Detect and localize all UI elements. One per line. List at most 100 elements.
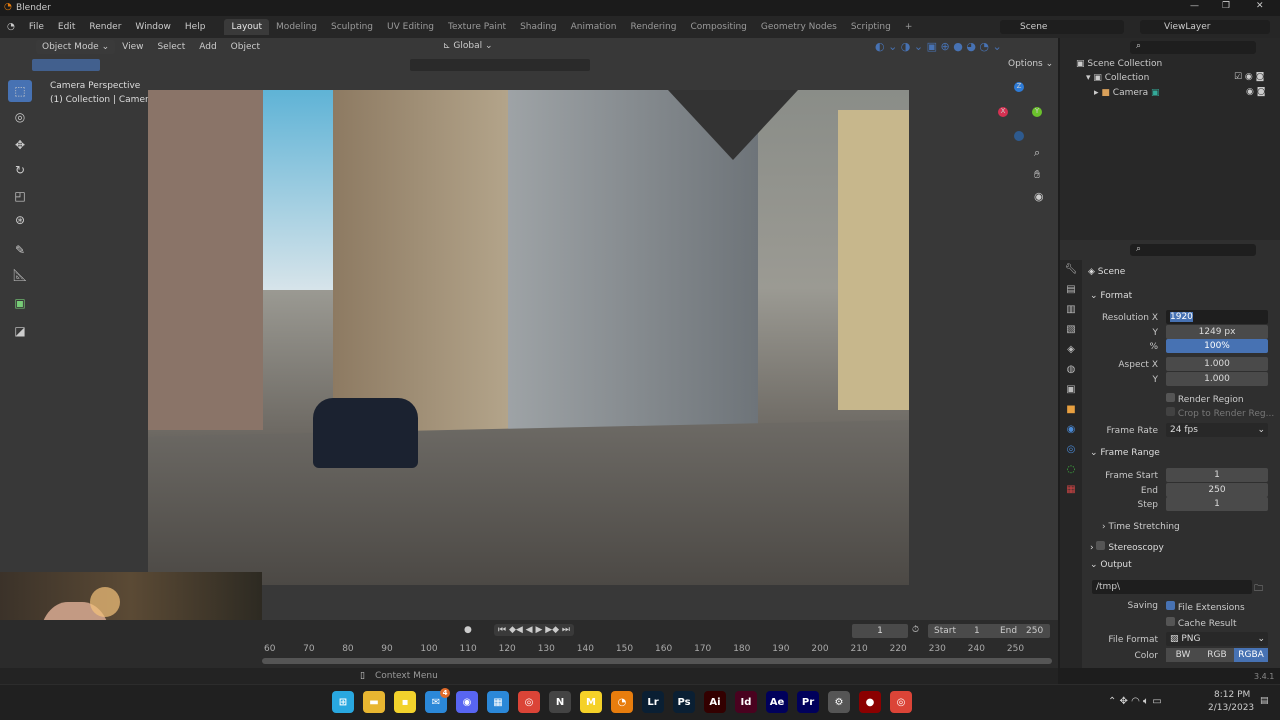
add-workspace-button[interactable]: + [898,19,920,35]
menu-edit[interactable]: Edit [51,22,82,32]
taskbar-windows-icon[interactable]: ⊞ [332,691,354,713]
color-bw[interactable]: BW [1166,648,1200,662]
playback-controls[interactable]: ⏮ ◆◀ ◀ ▶ ▶◆ ⏭ [494,624,575,636]
select-mode-buttons[interactable] [32,59,100,71]
aspect-x-field[interactable]: 1.000 [1166,357,1268,371]
menu-file[interactable]: File [22,22,51,32]
pan-hand-icon[interactable]: ✋︎ [1034,168,1040,182]
output-panel-header[interactable]: ⌄ Output [1090,560,1132,570]
record-button[interactable]: ● [464,625,472,635]
aspect-y-field[interactable]: 1.000 [1166,372,1268,386]
tab-sculpting[interactable]: Sculpting [324,19,380,35]
select-box-tool-icon[interactable]: ⬚ [8,80,32,102]
scene-selector[interactable]: Scene [1000,20,1124,34]
transform-tool-icon[interactable]: ⊛ [8,209,32,231]
color-rgb[interactable]: RGB [1200,648,1234,662]
taskbar-premiere-icon[interactable]: Pr [797,691,819,713]
gizmo-y-axis[interactable]: Y [1032,107,1042,117]
output-path-input[interactable]: /tmp\ [1092,580,1252,594]
taskbar-recorder-icon[interactable]: ● [859,691,881,713]
tab-texture-paint[interactable]: Texture Paint [441,19,513,35]
camera-tool-icon[interactable]: ◪ [8,320,32,342]
color-rgba[interactable]: RGBA [1234,648,1268,662]
outliner-collection[interactable]: ▾ ▣ Collection [1086,73,1149,83]
taskbar-illustrator-icon[interactable]: Ai [704,691,726,713]
color-mode-selector[interactable]: BW RGB RGBA [1166,648,1268,662]
outliner[interactable]: ⌕ ▣ Scene Collection ▾ ▣ Collection ☑ ◉ … [1060,38,1280,240]
frame-end-field[interactable]: 250 [1166,483,1268,497]
timeline-ruler[interactable]: 60 70 80 90 100 110 120 130 140 150 160 170 180 190 20… [0,644,1058,656]
format-panel-header[interactable]: ⌄ Format [1090,291,1132,301]
outliner-scene-collection[interactable]: ▣ Scene Collection [1076,59,1162,69]
menu-render[interactable]: Render [82,22,128,32]
taskbar-explorer-icon[interactable]: ▬ [363,691,385,713]
move-tool-icon[interactable]: ✥ [8,134,32,156]
annotate-tool-icon[interactable]: ✎ [8,239,32,261]
camera-visibility-icons[interactable]: ◉ ◙ [1246,87,1265,97]
orientation-selector[interactable]: ⊾ Global ⌄ [443,41,493,51]
notification-icon[interactable]: ▤ [1260,696,1269,706]
cursor-tool-icon[interactable]: ◎ [8,106,32,128]
tab-animation[interactable]: Animation [564,19,624,35]
gizmo-x-axis[interactable]: X [998,107,1008,117]
properties-search[interactable]: ⌕ [1130,244,1256,256]
tab-layout[interactable]: Layout [224,19,270,35]
taskbar-notion-icon[interactable]: N [549,691,571,713]
taskbar-blender-icon[interactable]: ◔ [611,691,633,713]
rotate-tool-icon[interactable]: ↻ [8,159,32,181]
blender-menu-icon[interactable]: ◔ [0,22,22,32]
resolution-percent-slider[interactable]: 100% [1166,339,1268,353]
outliner-camera[interactable]: ▸ ■ Camera ▣ [1094,88,1160,98]
gizmo-z-axis[interactable]: Z [1014,82,1024,92]
tab-rendering[interactable]: Rendering [624,19,684,35]
taskbar-discord-icon[interactable]: ◉ [456,691,478,713]
tab-modeling[interactable]: Modeling [269,19,324,35]
menu-help[interactable]: Help [178,22,213,32]
taskbar-settings-icon[interactable]: ⚙ [828,691,850,713]
gizmo-neg-y[interactable] [1014,131,1024,141]
folder-icon[interactable]: 🗀︎ [1254,581,1263,597]
frame-range-panel-header[interactable]: ⌄ Frame Range [1090,448,1160,458]
menu-window[interactable]: Window [128,22,178,32]
measure-tool-icon[interactable]: 📐︎ [8,264,32,286]
stopwatch-icon[interactable]: ⏱ [912,625,919,635]
clock-time[interactable]: 8:12 PM [1214,690,1250,700]
viewport-search-input[interactable] [410,59,590,71]
timeline[interactable]: ● ⏮ ◆◀ ◀ ▶ ▶◆ ⏭ 1 ⏱ Start 1 End 250 60 70… [0,620,1058,668]
tab-uv-editing[interactable]: UV Editing [380,19,441,35]
resolution-y-field[interactable]: 1249 px [1166,325,1268,339]
add-cube-tool-icon[interactable]: ▣ [8,292,32,314]
taskbar-sticky-notes-icon[interactable]: ▪ [394,691,416,713]
navigation-gizmo[interactable]: Z X Y [995,80,1045,141]
end-value[interactable]: 250 [1026,624,1043,638]
viewport-menu-view[interactable]: View [115,42,150,52]
time-stretching-subpanel[interactable]: › Time Stretching [1102,522,1180,532]
taskbar-lightroom-icon[interactable]: Lr [642,691,664,713]
taskbar-chrome-icon[interactable]: ◎ [518,691,540,713]
scale-tool-icon[interactable]: ◰ [8,185,32,207]
outliner-search[interactable]: ⌕ [1130,41,1256,54]
clock-date[interactable]: 2/13/2023 [1208,703,1254,713]
taskbar-calendar-icon[interactable]: ▦ [487,691,509,713]
taskbar-miro-icon[interactable]: M [580,691,602,713]
taskbar-photoshop-icon[interactable]: Ps [673,691,695,713]
viewport-menu-select[interactable]: Select [150,42,192,52]
taskbar-chrome-2-icon[interactable]: ◎ [890,691,912,713]
mode-selector[interactable]: Object Mode ⌄ [36,40,116,54]
tab-scripting[interactable]: Scripting [844,19,898,35]
timeline-scrollbar[interactable] [262,658,1052,664]
tab-compositing[interactable]: Compositing [683,19,753,35]
render-region-checkbox[interactable]: Render Region [1166,393,1244,405]
taskbar-after-effects-icon[interactable]: Ae [766,691,788,713]
file-format-dropdown[interactable]: ▨ PNG ⌄ [1166,632,1268,646]
frame-range-fields[interactable]: Start 1 End 250 [928,624,1050,638]
start-value[interactable]: 1 [974,624,980,638]
close-button[interactable]: ✕ [1256,1,1264,11]
taskbar-indesign-icon[interactable]: Id [735,691,757,713]
resolution-x-input[interactable]: 1920 [1166,310,1268,324]
collection-visibility-icons[interactable]: ☑ ◉ ◙ [1234,72,1264,82]
viewport-menu-add[interactable]: Add [192,42,223,52]
zoom-icon[interactable]: ⌕ [1034,146,1040,160]
system-tray-icons[interactable]: ⌃ ✥ ◠ 🔈︎ ▭ [1108,696,1162,707]
viewport-shading-icons[interactable]: ◐ ⌄ ◑ ⌄ ▣ ⊕ ● ◕ ◔ ⌄ [875,40,1002,53]
